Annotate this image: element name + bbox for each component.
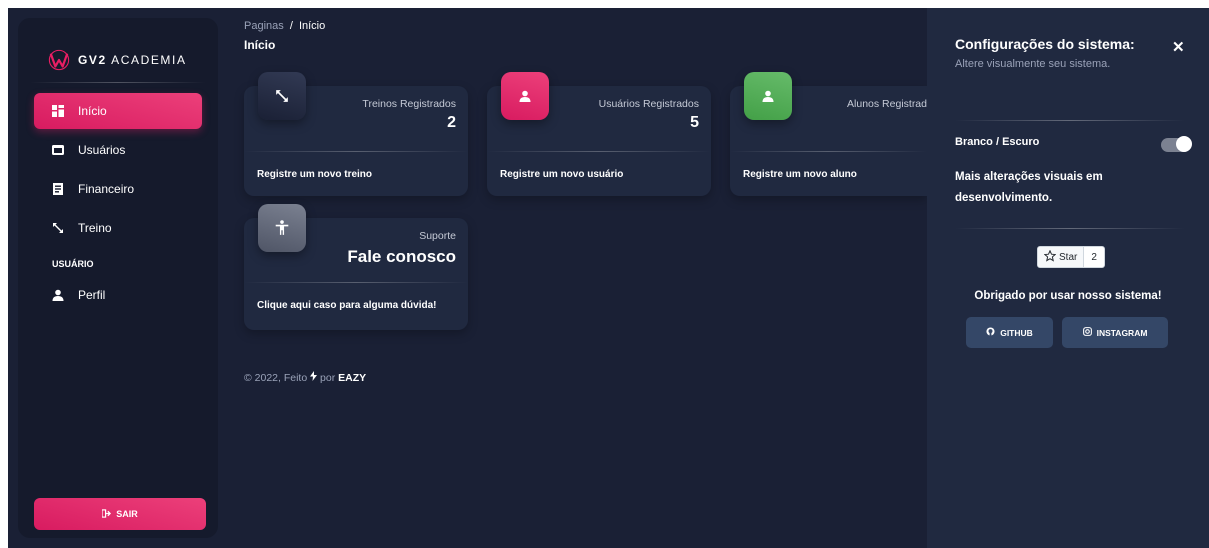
stat-card-alunos[interactable]: Alunos Registrad Registre um novo aluno	[730, 72, 927, 196]
sidebar-item-inicio[interactable]: Início	[34, 93, 202, 129]
sidebar-section-title: USUÁRIO	[52, 259, 94, 269]
card-label: Treinos Registrados	[362, 98, 456, 110]
card-footer-link[interactable]: Clique aqui caso para alguma dúvida!	[257, 300, 437, 311]
logo-icon	[48, 49, 70, 71]
github-star-button[interactable]: Star 2	[1037, 246, 1105, 268]
card-footer-link[interactable]: Registre um novo aluno	[743, 169, 857, 180]
star-icon	[1043, 249, 1057, 265]
github-label: GITHUB	[1000, 327, 1033, 338]
footer-author-link[interactable]: EAZY	[338, 372, 366, 384]
card-value: 2	[447, 114, 456, 131]
footer-copyright: © 2022, Feito	[244, 372, 308, 384]
card-divider	[244, 282, 468, 283]
card-footer-link[interactable]: Registre um novo usuário	[500, 169, 623, 180]
theme-label: Branco / Escuro	[955, 136, 1040, 148]
bolt-icon	[310, 371, 318, 384]
dashboard-icon	[52, 105, 64, 117]
thanks-message: Obrigado por usar nosso sistema!	[974, 290, 1162, 302]
card-label: Suporte	[419, 230, 456, 242]
brand[interactable]: GV2 ACADEMIA	[18, 18, 218, 82]
star-label: Star	[1059, 251, 1078, 263]
close-icon[interactable]: ✕	[1172, 38, 1185, 56]
sidebar-item-label: Início	[78, 104, 107, 118]
sidebar-item-treino[interactable]: Treino	[34, 210, 202, 246]
person-icon	[744, 72, 792, 120]
card-value: 5	[690, 114, 699, 131]
card-label: Alunos Registrad	[847, 98, 927, 110]
card-footer-link[interactable]: Registre um novo treino	[257, 169, 372, 180]
brand-name: GV2 ACADEMIA	[78, 53, 187, 67]
window-top-edge	[0, 0, 1209, 8]
sidebar-nav: Início Usuários Financeiro Treino USUÁRI…	[18, 83, 218, 313]
stat-card-treinos[interactable]: Treinos Registrados 2 Registre um novo t…	[244, 72, 468, 196]
card-divider	[730, 151, 927, 152]
window-left-edge	[0, 0, 8, 548]
breadcrumb: Paginas / Início	[244, 20, 325, 32]
instagram-button[interactable]: INSTAGRAM	[1062, 317, 1168, 348]
expand-arrows-icon	[258, 72, 306, 120]
config-panel: Configurações do sistema: Altere visualm…	[927, 8, 1209, 548]
breadcrumb-current: Início	[298, 20, 326, 32]
config-divider	[955, 228, 1185, 229]
sidebar-item-label: Usuários	[78, 143, 126, 157]
accessibility-icon	[258, 204, 306, 252]
sidebar-item-perfil[interactable]: Perfil	[34, 277, 202, 313]
logout-label: SAIR	[116, 509, 138, 519]
expand-arrows-icon	[52, 222, 64, 234]
person-icon	[501, 72, 549, 120]
page-title: Início	[244, 38, 276, 52]
github-icon	[986, 327, 995, 338]
instagram-icon	[1082, 327, 1092, 338]
breadcrumb-root[interactable]: Paginas	[244, 20, 284, 32]
card-value: Fale conosco	[347, 247, 456, 266]
card-divider	[487, 151, 711, 152]
github-button[interactable]: GITHUB	[966, 317, 1053, 348]
sidebar-item-label: Financeiro	[78, 182, 135, 196]
card-label: Usuários Registrados	[598, 98, 699, 110]
stat-card-usuarios[interactable]: Usuários Registrados 5 Registre um novo …	[487, 72, 711, 196]
config-note: Mais alterações visuais em desenvolvimen…	[955, 171, 1103, 204]
sidebar: GV2 ACADEMIA Início Usuários Financeiro	[18, 18, 218, 538]
footer-by: por	[320, 372, 336, 384]
sidebar-item-label: Perfil	[78, 288, 106, 302]
person-icon	[52, 289, 64, 301]
sidebar-item-usuarios[interactable]: Usuários	[34, 132, 202, 168]
sidebar-item-financeiro[interactable]: Financeiro	[34, 171, 202, 207]
config-title: Configurações do sistema:	[955, 36, 1135, 52]
receipt-icon	[52, 183, 64, 195]
breadcrumb-separator: /	[289, 20, 293, 32]
star-part[interactable]: Star	[1038, 247, 1085, 267]
card-divider	[244, 151, 468, 152]
table-icon	[52, 144, 64, 156]
config-subtitle: Altere visualmente seu sistema.	[955, 58, 1111, 70]
logout-icon	[101, 508, 112, 520]
config-divider	[955, 120, 1185, 121]
theme-toggle[interactable]	[1161, 136, 1192, 152]
page-footer: © 2022, Feito por EAZY	[244, 371, 366, 384]
support-card[interactable]: Suporte Fale conosco Clique aqui caso pa…	[244, 204, 468, 330]
star-count[interactable]: 2	[1084, 247, 1104, 267]
toggle-knob	[1176, 136, 1192, 152]
sidebar-item-label: Treino	[78, 221, 112, 235]
instagram-label: INSTAGRAM	[1096, 327, 1148, 338]
logout-button[interactable]: SAIR	[34, 498, 206, 530]
